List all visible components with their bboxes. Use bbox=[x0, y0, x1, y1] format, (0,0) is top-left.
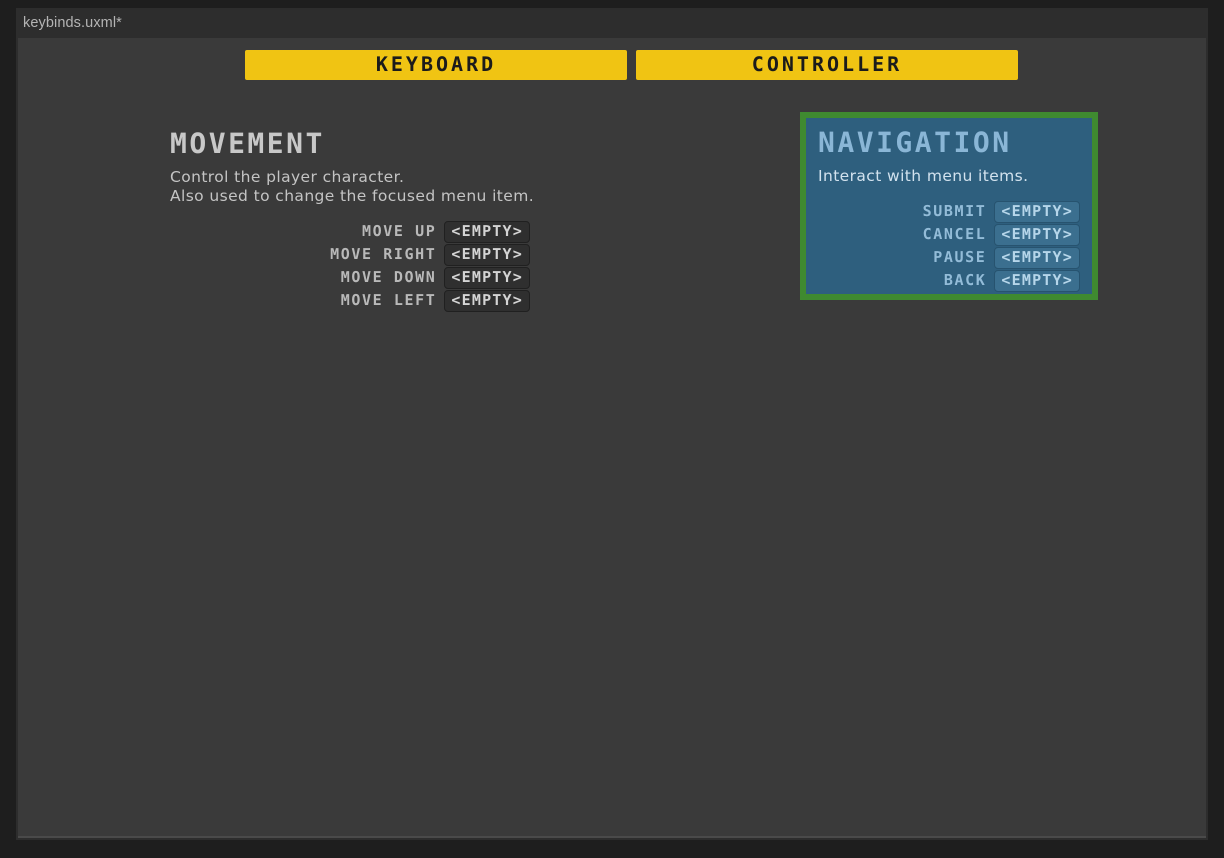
binding-value-pause[interactable]: <EMPTY> bbox=[994, 246, 1080, 269]
binding-label-move-down: MOVE DOWN bbox=[340, 268, 437, 286]
binding-row-move-up: MOVE UP <EMPTY> bbox=[170, 220, 530, 243]
binding-value-cancel[interactable]: <EMPTY> bbox=[994, 223, 1080, 246]
binding-value-move-down[interactable]: <EMPTY> bbox=[444, 266, 530, 289]
binding-label-move-right: MOVE RIGHT bbox=[330, 245, 437, 263]
document-canvas: KEYBOARD CONTROLLER MOVEMENT Control the… bbox=[18, 38, 1206, 838]
tab-controller[interactable]: CONTROLLER bbox=[636, 50, 1018, 80]
binding-label-move-up: MOVE UP bbox=[361, 222, 437, 240]
binding-row-back: BACK <EMPTY> bbox=[818, 269, 1080, 292]
binding-value-move-left[interactable]: <EMPTY> bbox=[444, 289, 530, 312]
binding-value-back[interactable]: <EMPTY> bbox=[994, 269, 1080, 292]
binding-label-back: BACK bbox=[943, 271, 987, 289]
binding-label-move-left: MOVE LEFT bbox=[340, 291, 437, 309]
section-navigation-selected[interactable]: NAVIGATION Interact with menu items. SUB… bbox=[800, 112, 1098, 300]
navigation-binding-list: SUBMIT <EMPTY> CANCEL <EMPTY> PAUSE <EMP… bbox=[818, 200, 1080, 292]
movement-description-line-2: Also used to change the focused menu ite… bbox=[170, 187, 535, 205]
title-bar: keybinds.uxml* bbox=[16, 8, 1208, 38]
document-title: keybinds.uxml* bbox=[23, 15, 122, 31]
binding-row-move-right: MOVE RIGHT <EMPTY> bbox=[170, 243, 530, 266]
binding-value-submit[interactable]: <EMPTY> bbox=[994, 200, 1080, 223]
navigation-panel-body: NAVIGATION Interact with menu items. SUB… bbox=[806, 118, 1092, 294]
section-movement[interactable]: MOVEMENT Control the player character. A… bbox=[170, 127, 535, 312]
navigation-heading: NAVIGATION bbox=[818, 126, 1012, 159]
binding-row-move-down: MOVE DOWN <EMPTY> bbox=[170, 266, 530, 289]
movement-description-line-1: Control the player character. bbox=[170, 168, 405, 186]
binding-value-move-right[interactable]: <EMPTY> bbox=[444, 243, 530, 266]
movement-binding-list: MOVE UP <EMPTY> MOVE RIGHT <EMPTY> MOVE … bbox=[170, 220, 530, 312]
binding-label-submit: SUBMIT bbox=[922, 202, 987, 220]
binding-row-move-left: MOVE LEFT <EMPTY> bbox=[170, 289, 530, 312]
binding-value-move-up[interactable]: <EMPTY> bbox=[444, 220, 530, 243]
navigation-description: Interact with menu items. bbox=[818, 167, 1029, 185]
tab-keyboard[interactable]: KEYBOARD bbox=[245, 50, 627, 80]
app-root: keybinds.uxml* KEYBOARD CONTROLLER MOVEM… bbox=[0, 0, 1224, 858]
binding-label-cancel: CANCEL bbox=[922, 225, 987, 243]
movement-heading: MOVEMENT bbox=[170, 127, 325, 160]
binding-row-cancel: CANCEL <EMPTY> bbox=[818, 223, 1080, 246]
binding-row-pause: PAUSE <EMPTY> bbox=[818, 246, 1080, 269]
tab-strip: KEYBOARD CONTROLLER bbox=[245, 50, 1018, 80]
binding-row-submit: SUBMIT <EMPTY> bbox=[818, 200, 1080, 223]
binding-label-pause: PAUSE bbox=[933, 248, 987, 266]
editor-window: keybinds.uxml* KEYBOARD CONTROLLER MOVEM… bbox=[16, 8, 1208, 840]
